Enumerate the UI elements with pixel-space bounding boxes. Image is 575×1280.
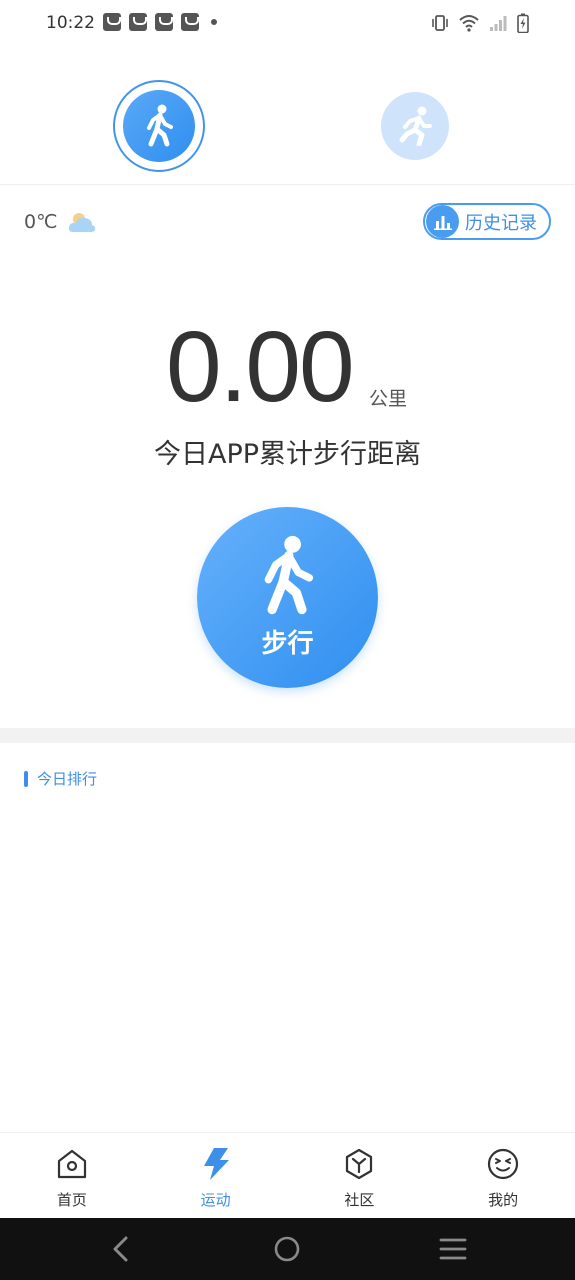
nav-label-home: 首页 xyxy=(56,1191,87,1209)
distance-value: 0.00 xyxy=(166,311,355,423)
nav-item-sport[interactable]: 运动 xyxy=(144,1133,288,1218)
cloud-icon xyxy=(69,213,96,232)
ranking-title: 今日排行 xyxy=(37,770,98,788)
bag-icon xyxy=(103,13,121,31)
home-circle-icon[interactable] xyxy=(270,1232,304,1266)
bottom-nav: 首页 运动 社区 我的 xyxy=(0,1132,575,1218)
temperature: 0℃ xyxy=(24,211,58,233)
walk-icon xyxy=(147,104,173,147)
vibrate-icon xyxy=(432,15,448,31)
back-icon[interactable] xyxy=(104,1232,138,1266)
mode-switch xyxy=(0,48,575,185)
run-icon xyxy=(399,106,432,146)
wifi-icon xyxy=(459,15,479,32)
home-icon xyxy=(55,1147,89,1181)
face-icon xyxy=(486,1147,520,1181)
mode-run-button[interactable] xyxy=(381,92,449,160)
mode-walk-button[interactable] xyxy=(113,80,205,172)
nav-item-home[interactable]: 首页 xyxy=(0,1133,144,1218)
start-walk-button[interactable]: 步行 xyxy=(197,507,378,688)
distance-display: 0.00 公里 xyxy=(0,312,575,422)
status-bar: 10:22 xyxy=(0,0,575,48)
lightning-icon xyxy=(199,1147,233,1181)
nav-label-sport: 运动 xyxy=(200,1191,231,1209)
cube-icon xyxy=(342,1147,376,1181)
nav-item-community[interactable]: 社区 xyxy=(288,1133,432,1218)
weather: 0℃ xyxy=(24,210,97,234)
system-icons xyxy=(431,13,529,33)
walk-icon xyxy=(264,535,314,615)
status-time: 10:22 xyxy=(46,13,95,33)
history-button[interactable]: 历史记录 xyxy=(423,203,551,240)
distance-unit: 公里 xyxy=(369,388,408,410)
ranking-accent-bar xyxy=(24,770,28,787)
bag-icon xyxy=(181,13,199,31)
nav-label-mine: 我的 xyxy=(488,1191,519,1209)
bar-chart-icon xyxy=(426,205,459,238)
start-walk-label: 步行 xyxy=(261,629,314,659)
more-notifications-dot-icon xyxy=(211,19,217,25)
ranking-header: 今日排行 xyxy=(24,768,97,789)
signal-icon xyxy=(490,16,507,31)
battery-charging-icon xyxy=(517,13,529,33)
bag-icon xyxy=(129,13,147,31)
system-nav-bar xyxy=(0,1218,575,1280)
distance-label: 今日APP累计步行距离 xyxy=(153,439,422,470)
nav-item-mine[interactable]: 我的 xyxy=(431,1133,575,1218)
mode-walk-circle xyxy=(123,90,195,162)
history-label: 历史记录 xyxy=(465,212,537,234)
bag-icon xyxy=(155,13,173,31)
notification-icons xyxy=(103,13,217,31)
nav-label-community: 社区 xyxy=(344,1191,375,1209)
menu-icon[interactable] xyxy=(436,1232,470,1266)
section-divider xyxy=(0,728,575,743)
